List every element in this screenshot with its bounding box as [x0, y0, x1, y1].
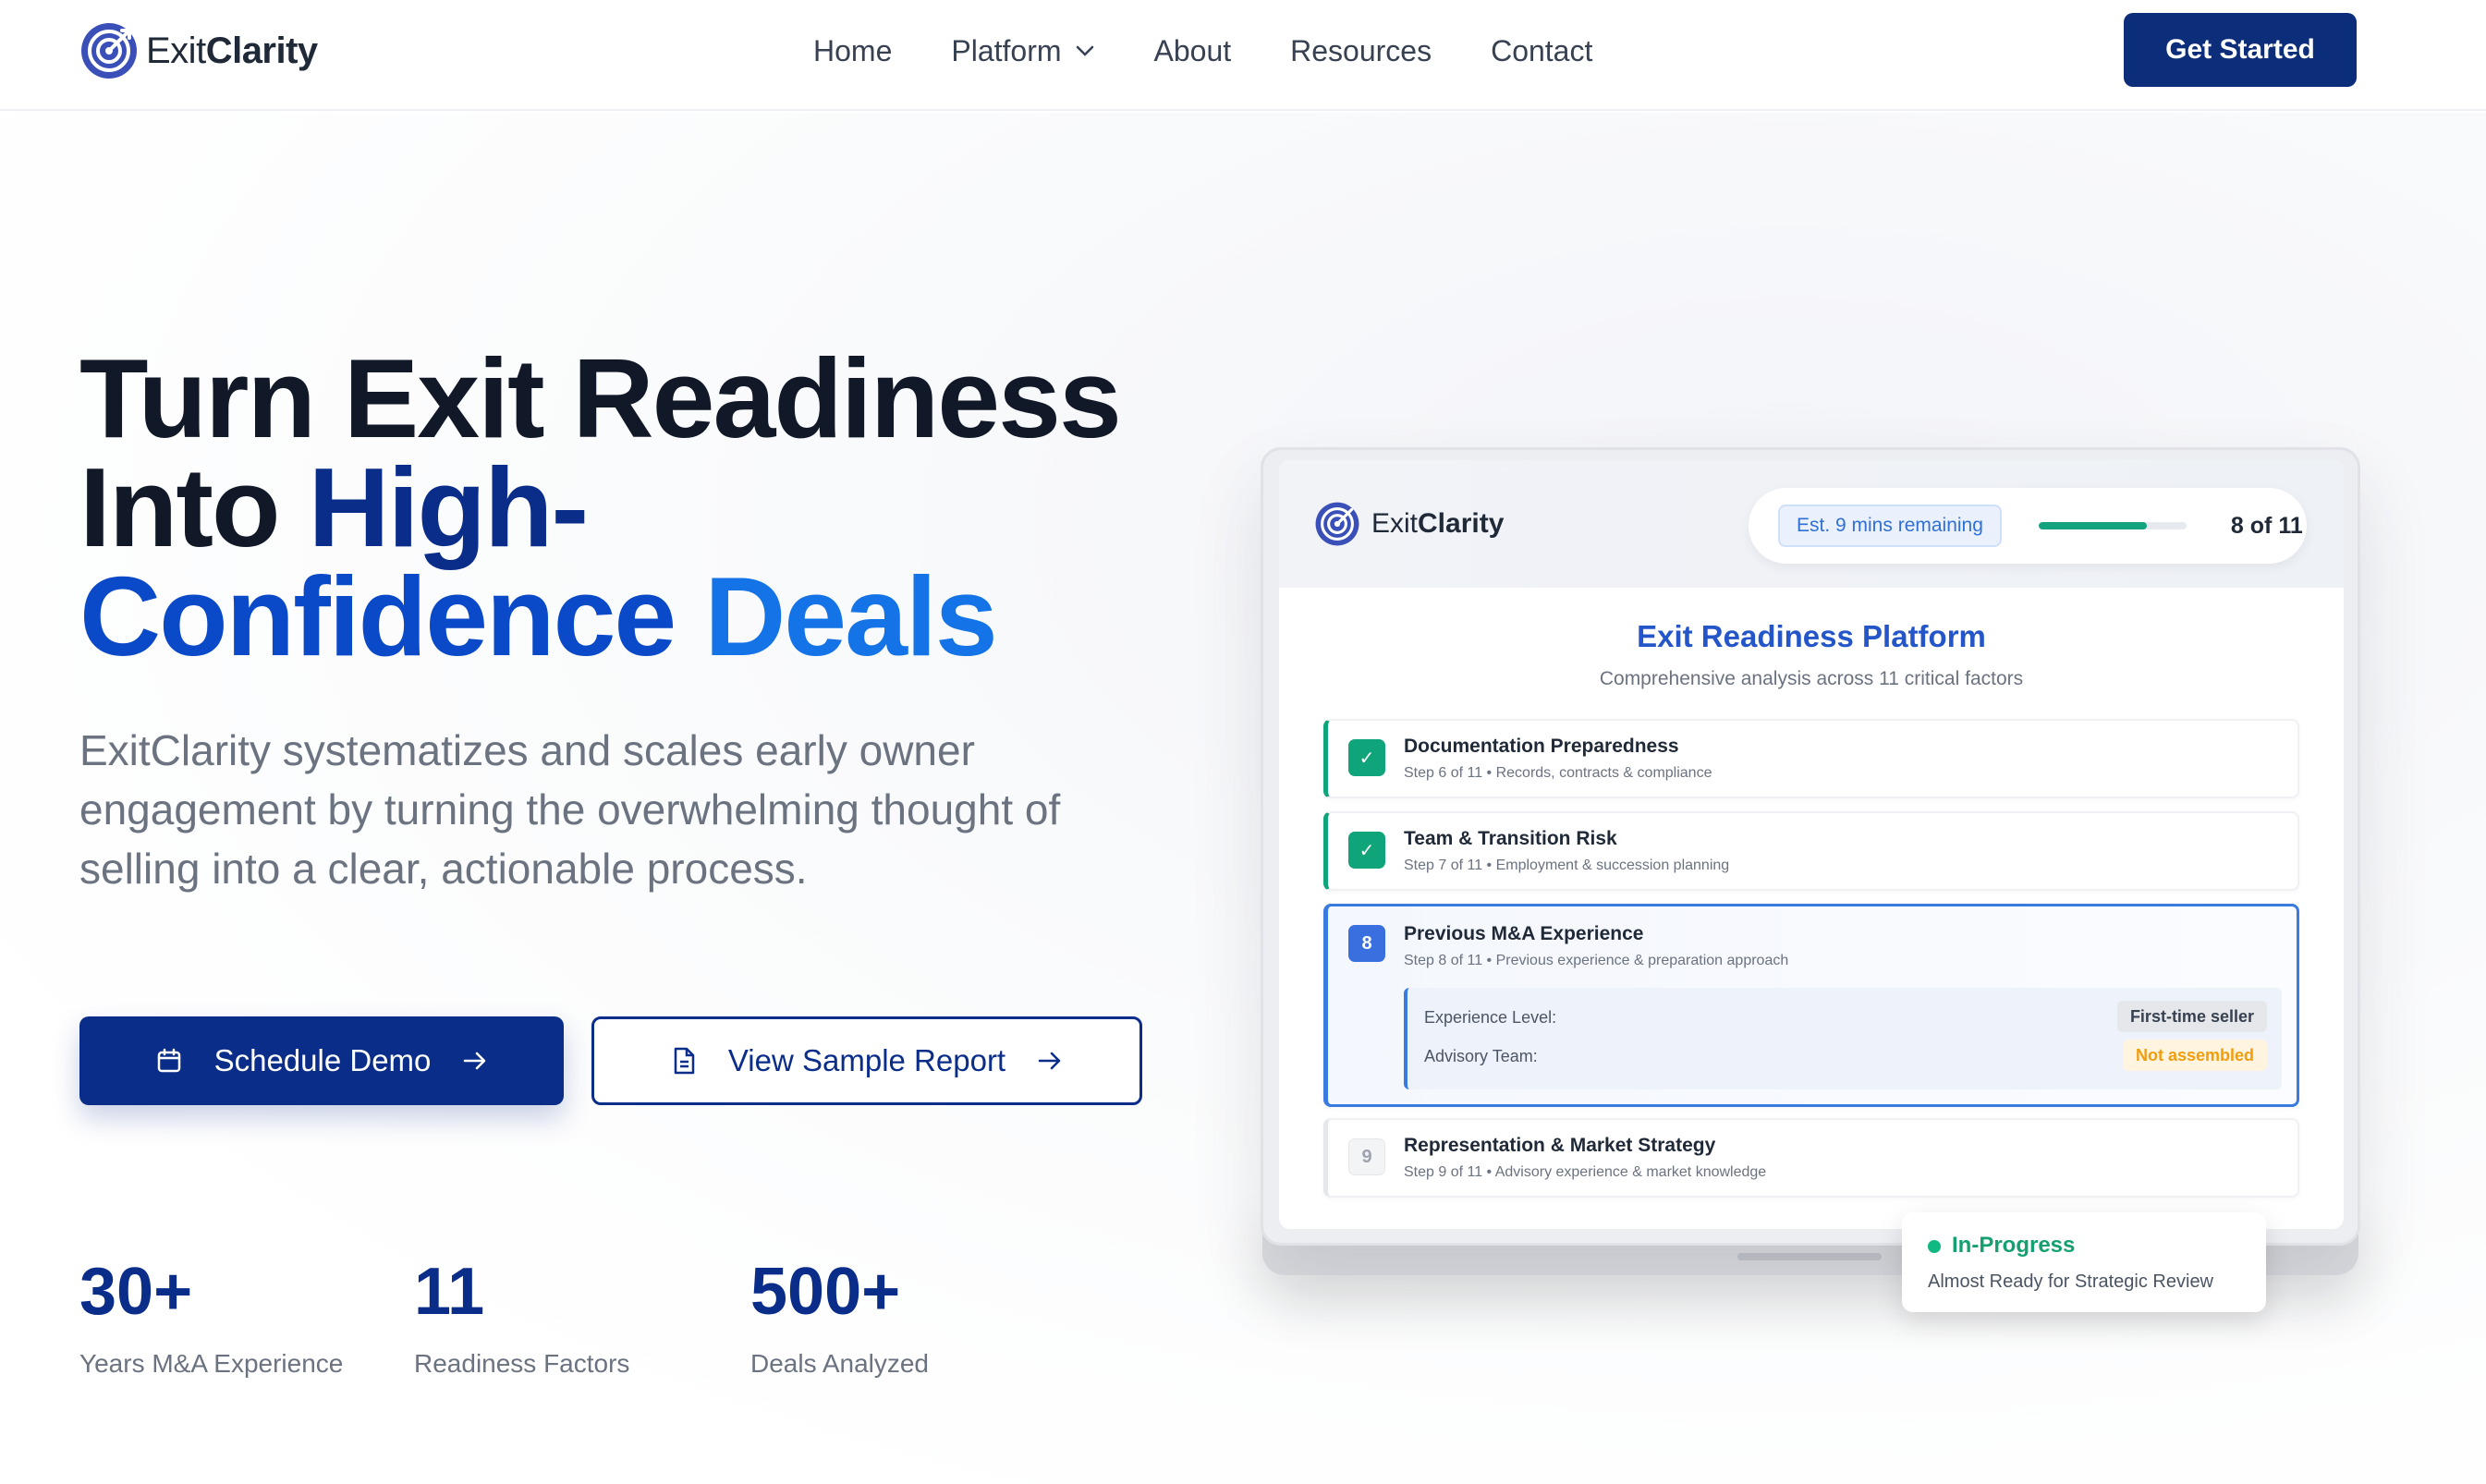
step-card-done[interactable]: ✓ Team & Transition Risk Step 7 of 11 • … — [1323, 811, 2299, 891]
stat-value: 11 — [414, 1255, 485, 1329]
stat-label: Readiness Factors — [414, 1349, 630, 1378]
nav-contact[interactable]: Contact — [1491, 34, 1592, 68]
arrow-right-icon — [462, 1050, 488, 1072]
check-icon: ✓ — [1348, 739, 1385, 776]
step-detail-panel: Experience Level: First-time seller Advi… — [1404, 988, 2282, 1089]
mockup-subtitle: Comprehensive analysis across 11 critica… — [1599, 668, 2024, 689]
detail-value-tag: First-time seller — [2116, 1001, 2267, 1032]
stat-experience: 30+ Years M&A Experience — [79, 1253, 343, 1379]
stat-deals: 500+ Deals Analyzed — [750, 1253, 929, 1379]
step-counter: 8 of 11 — [2230, 512, 2303, 539]
status-dot-icon — [1928, 1240, 1941, 1253]
step-number-badge: 8 — [1348, 925, 1385, 962]
mockup-header: ExitClarity Est. 9 mins remaining 8 of 1… — [1279, 460, 2344, 588]
step-card-done[interactable]: ✓ Documentation Preparedness Step 6 of 1… — [1323, 719, 2299, 798]
top-navbar: ExitClarity Home Platform About Resource… — [0, 0, 2486, 111]
status-subtitle: Almost Ready for Strategic Review — [1928, 1271, 2214, 1292]
calendar-icon — [155, 1047, 183, 1075]
step-card-active[interactable]: 8 Previous M&A Experience Step 8 of 11 •… — [1323, 904, 2299, 1107]
view-sample-report-button[interactable]: View Sample Report — [591, 1016, 1142, 1105]
status-toast: In-Progress Almost Ready for Strategic R… — [1902, 1212, 2266, 1312]
step-title: Previous M&A Experience — [1404, 923, 1644, 944]
step-title: Representation & Market Strategy — [1404, 1135, 1716, 1156]
mockup-brand-name: ExitClarity — [1371, 508, 1505, 539]
headline-line-3: Confidence Deals — [79, 553, 998, 679]
step-card-pending[interactable]: 9 Representation & Market Strategy Step … — [1323, 1118, 2299, 1198]
stat-value: 500+ — [750, 1255, 901, 1329]
progress-bar — [2038, 522, 2187, 529]
mockup-title: Exit Readiness Platform — [1637, 619, 1986, 653]
schedule-demo-label: Schedule Demo — [213, 1043, 432, 1077]
document-icon — [671, 1046, 697, 1076]
headline-line-1: Turn Exit Readiness — [79, 335, 1122, 461]
laptop-hinge — [1737, 1253, 1882, 1260]
hero-subtext: ExitClarity systematizes and scales earl… — [79, 726, 1061, 893]
view-sample-report-label: View Sample Report — [727, 1043, 1006, 1077]
stat-label: Deals Analyzed — [750, 1349, 930, 1378]
step-title: Team & Transition Risk — [1404, 828, 1617, 849]
detail-value-tag: Not assembled — [2122, 1040, 2267, 1071]
nav-platform-label: Platform — [951, 33, 1062, 67]
progress-bar-fill — [2038, 522, 2147, 529]
step-number-badge: 9 — [1348, 1138, 1385, 1175]
schedule-demo-button[interactable]: Schedule Demo — [79, 1016, 564, 1105]
step-title: Documentation Preparedness — [1404, 736, 1679, 757]
brand-logo[interactable]: ExitClarity — [79, 20, 318, 81]
check-icon: ✓ — [1348, 832, 1385, 869]
nav-platform[interactable]: Platform — [951, 34, 1094, 68]
target-logo-icon — [1315, 502, 1359, 546]
arrow-right-icon — [1037, 1050, 1063, 1072]
step-meta: Step 7 of 11 • Employment & succession p… — [1404, 858, 1730, 873]
progress-pill: Est. 9 mins remaining 8 of 11 — [1749, 488, 2307, 564]
nav-home[interactable]: Home — [813, 34, 892, 68]
nav-resources[interactable]: Resources — [1290, 34, 1432, 68]
brand-name: ExitClarity — [146, 30, 318, 71]
stat-value: 30+ — [79, 1255, 193, 1329]
product-mockup-screen: ExitClarity Est. 9 mins remaining 8 of 1… — [1279, 460, 2344, 1229]
detail-label: Experience Level: — [1424, 1008, 1557, 1027]
headline-line-2: Into High- — [79, 444, 589, 570]
detail-label: Advisory Team: — [1424, 1047, 1538, 1065]
nav-about[interactable]: About — [1154, 34, 1232, 68]
status-title: In-Progress — [1952, 1233, 2076, 1258]
time-estimate-badge: Est. 9 mins remaining — [1778, 505, 2002, 547]
primary-nav: Home Platform About Resources Contact — [813, 28, 1651, 74]
target-logo-icon — [81, 23, 137, 79]
stat-factors: 11 Readiness Factors — [414, 1253, 629, 1379]
stat-label: Years M&A Experience — [79, 1349, 344, 1378]
chevron-down-icon — [1076, 45, 1093, 56]
get-started-button[interactable]: Get Started — [2124, 13, 2357, 87]
step-meta: Step 8 of 11 • Previous experience & pre… — [1404, 953, 1789, 968]
mockup-logo: ExitClarity — [1314, 501, 1504, 547]
step-meta: Step 6 of 11 • Records, contracts & comp… — [1404, 765, 1712, 781]
hero-headline: Turn Exit Readiness Into High- Confidenc… — [79, 335, 1188, 679]
step-meta: Step 9 of 11 • Advisory experience & mar… — [1404, 1164, 1767, 1180]
